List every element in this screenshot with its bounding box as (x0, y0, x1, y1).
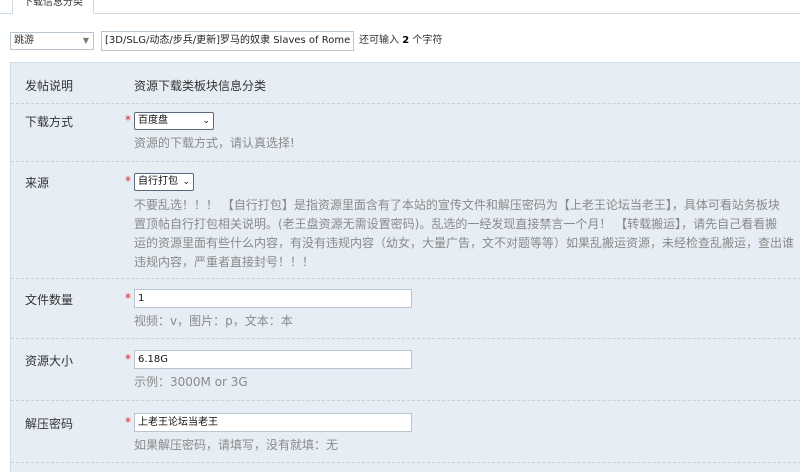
source-hint-line-4: 违规内容，严重者直接封号！！！ (134, 255, 315, 269)
row-label: 文件数量 (25, 293, 74, 307)
password-input[interactable]: 上老王论坛当老王 (134, 413, 412, 432)
form-row-password: 解压密码 * 上老王论坛当老王 如果解压密码，请填写，没有就填：无 (11, 401, 800, 463)
file-count-input[interactable]: 1 (134, 289, 412, 308)
row-label: 来源 (25, 176, 50, 190)
chevron-down-icon: ▼ (82, 36, 89, 45)
required-mark: * (125, 352, 131, 366)
file-count-hint: 视频：v，图片：p，文本：本 (134, 314, 293, 328)
form-row-intro: 发帖说明 资源下载类板块信息分类 (11, 63, 800, 104)
tab-download-info[interactable]: 下载信息分类 (12, 0, 94, 14)
row-label: 下载方式 (25, 115, 74, 129)
form-row-source: 来源 * 自行打包 ⌄ 不要乱选！！！ 【自行打包】是指资源里面含有了本站的宣传… (11, 162, 800, 279)
chevron-down-icon: ⌄ (182, 177, 190, 187)
required-mark: * (125, 174, 131, 188)
char-count-hint: 还可输入 2 个字符 (359, 35, 443, 46)
tab-strip: 下载信息分类 (0, 0, 800, 14)
row-label: 发帖说明 (25, 79, 74, 93)
title-input[interactable]: [3D/SLG/动态/步兵/更新]罗马的奴隶 Slaves of Rome 2.… (101, 31, 354, 51)
form-panel: 发帖说明 资源下载类板块信息分类 下载方式 * 百度盘 ⌄ 资源的下载方式，请认… (10, 62, 800, 472)
required-mark: * (125, 291, 131, 305)
intro-text: 资源下载类板块信息分类 (134, 79, 267, 93)
char-count: 2 (402, 35, 410, 46)
size-input[interactable]: 6.18G (134, 350, 412, 369)
source-hint-line-1: 不要乱选！！！ 【自行打包】是指资源里面含有了本站的宣传文件和解压密码为【上老王… (134, 198, 780, 212)
size-hint: 示例：3000M or 3G (134, 375, 248, 389)
download-method-select[interactable]: 百度盘 ⌄ (134, 112, 214, 130)
required-mark: * (125, 415, 131, 429)
required-mark: * (125, 113, 131, 127)
category-select[interactable]: 跳游 ▼ (10, 32, 94, 50)
title-row: 跳游 ▼ [3D/SLG/动态/步兵/更新]罗马的奴隶 Slaves of Ro… (0, 30, 800, 52)
category-select-value: 跳游 (14, 35, 34, 46)
row-label: 解压密码 (25, 417, 74, 431)
form-row-size: 资源大小 * 6.18G 示例：3000M or 3G (11, 339, 800, 401)
download-method-hint: 资源的下载方式，请认真选择! (134, 136, 295, 150)
form-row-download-method: 下载方式 * 百度盘 ⌄ 资源的下载方式，请认真选择! (11, 104, 800, 162)
source-select[interactable]: 自行打包 ⌄ (134, 173, 194, 191)
form-row-file-count: 文件数量 * 1 视频：v，图片：p，文本：本 (11, 279, 800, 339)
source-hint-line-3: 运的资源里面有些什么内容，有没有违规内容（幼女，大量广告，文不对题等等）如果乱搬… (134, 236, 795, 250)
chevron-down-icon: ⌄ (202, 116, 210, 126)
password-hint: 如果解压密码，请填写，没有就填：无 (134, 438, 339, 452)
row-label: 资源大小 (25, 354, 74, 368)
source-hint-line-2: 置顶帖自行打包相关说明。(老王盘资源无需设置密码)。乱选的一经发现直接禁言一个月… (134, 217, 778, 231)
